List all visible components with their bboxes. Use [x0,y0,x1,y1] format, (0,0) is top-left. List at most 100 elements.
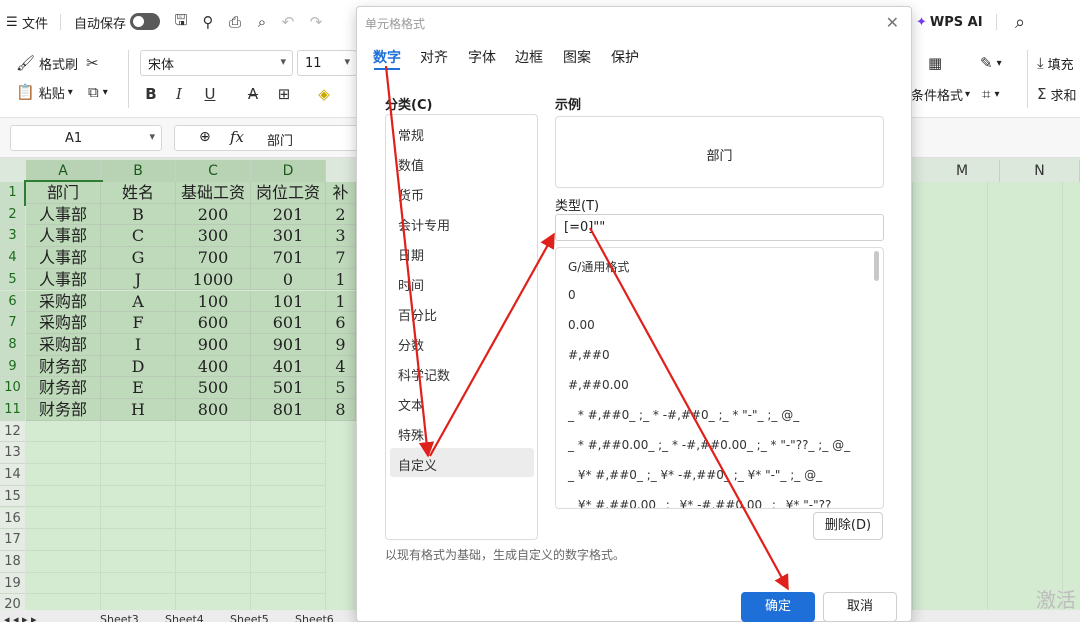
table-cell[interactable]: A [101,290,176,313]
empty-cell[interactable] [251,572,326,595]
italic-icon[interactable]: I [168,83,190,105]
row-header[interactable]: 5 [0,268,25,291]
table-cell[interactable]: 9 [326,333,356,356]
table-cell[interactable]: 401 [251,355,326,378]
row-header[interactable]: 6 [0,290,25,313]
empty-cell[interactable] [251,507,326,530]
category-item[interactable]: 会计专用 [398,215,450,234]
tab-pattern[interactable]: 图案 [563,47,591,67]
tab-number[interactable]: 数字 [373,47,401,67]
empty-cell[interactable] [26,420,101,443]
row-header[interactable]: 18 [0,550,25,573]
table-cell[interactable]: 201 [251,203,326,226]
conditional-format-button[interactable]: 条件格式 ▾ [911,83,970,105]
empty-cell[interactable] [251,464,326,486]
row-header[interactable]: 15 [0,485,25,508]
format-item[interactable]: G/通用格式 [568,258,629,275]
table-cell[interactable]: 采购部 [26,333,101,356]
format-item[interactable]: #,##0 [568,348,610,362]
tab-protection[interactable]: 保护 [611,47,639,67]
format-painter-button[interactable]: 🖌 格式刷 [16,52,78,74]
header-cell[interactable]: 基础工资 [176,182,251,204]
paste-button[interactable]: 📋 粘贴 ▾ [16,81,73,103]
row-header[interactable]: 7 [0,312,25,334]
header-cell[interactable]: 部门 [24,180,103,206]
file-menu[interactable]: 文件 [22,12,48,32]
category-item[interactable]: 分数 [398,335,424,354]
fill-button[interactable]: ⤓ 填充 [1037,52,1074,74]
scrollbar-thumb[interactable] [874,251,879,281]
format-item[interactable]: _ * #,##0.00_ ;_ * -#,##0.00_ ;_ * "-"??… [568,438,850,452]
tab-border[interactable]: 边框 [515,47,543,67]
underline-icon[interactable]: U [199,83,221,105]
table-cell[interactable]: B [101,203,176,226]
column-header[interactable]: D [251,160,326,182]
category-item[interactable]: 货币 [398,185,424,204]
category-item[interactable]: 特殊 [398,425,424,444]
table-cell[interactable]: 600 [176,312,251,334]
table-cell[interactable]: 采购部 [26,312,101,334]
category-item[interactable]: 日期 [398,245,424,264]
category-item[interactable]: 文本 [398,395,424,414]
empty-cell[interactable] [176,442,251,465]
table-cell[interactable]: 601 [251,312,326,334]
table-style-button[interactable]: ▦ [928,52,946,74]
row-header[interactable]: 13 [0,442,25,465]
row-header[interactable]: 17 [0,529,25,551]
table-cell[interactable]: 1 [326,268,356,291]
tab-nav-arrows[interactable]: ◂ ◂ ▸ ▸ [4,613,37,622]
empty-cell[interactable] [101,485,176,508]
column-header[interactable]: C [176,160,251,182]
table-cell[interactable]: 8 [326,399,356,421]
format-item[interactable]: #,##0.00 [568,378,629,392]
empty-cell[interactable] [26,550,101,573]
type-input[interactable]: [=0]"" [555,214,884,241]
table-cell[interactable]: 2 [326,203,356,226]
category-item[interactable]: 常规 [398,125,424,144]
table-cell[interactable]: 财务部 [26,377,101,399]
category-item[interactable]: 科学记数 [398,365,450,384]
empty-cell[interactable] [26,529,101,551]
tab-font[interactable]: 字体 [468,47,496,67]
save-icon[interactable]: 🖫 [171,11,191,32]
fill-color-icon[interactable]: ◈ [313,83,335,105]
table-cell[interactable]: 4 [326,355,356,378]
table-cell[interactable]: 1000 [176,268,251,291]
table-cell[interactable]: 300 [176,225,251,248]
row-header[interactable]: 8 [0,333,25,356]
tab-alignment[interactable]: 对齐 [420,47,448,67]
row-header[interactable]: 16 [0,507,25,530]
redo-icon[interactable]: ↷ [306,12,326,32]
cell-border-button[interactable]: ⌗ ▾ [982,83,999,105]
empty-cell[interactable] [176,550,251,573]
row-header[interactable]: 2 [0,203,25,226]
header-cell[interactable]: 补 [326,182,356,204]
border-icon[interactable]: ⊞ [273,83,295,105]
empty-cell[interactable] [176,529,251,551]
search-icon[interactable]: ⌕ [1010,12,1030,33]
font-size-select[interactable]: 11 ▾ [297,50,357,76]
table-cell[interactable]: 901 [251,333,326,356]
empty-cell[interactable] [101,420,176,443]
table-cell[interactable]: G [101,247,176,269]
autosave-toggle[interactable] [130,13,160,30]
empty-cell[interactable] [101,550,176,573]
row-header[interactable]: 1 [0,182,25,204]
copy-button[interactable]: ⧉ ▾ [88,81,108,103]
table-cell[interactable]: 1 [326,290,356,313]
table-cell[interactable]: 800 [176,399,251,421]
format-item[interactable]: 0 [568,288,576,302]
table-cell[interactable]: 采购部 [26,290,101,313]
row-header[interactable]: 10 [0,377,25,399]
bold-icon[interactable]: B [140,83,162,105]
table-cell[interactable]: 3 [326,225,356,248]
table-cell[interactable]: J [101,268,176,291]
empty-cell[interactable] [101,529,176,551]
empty-cell[interactable] [26,464,101,486]
table-cell[interactable]: E [101,377,176,399]
empty-cell[interactable] [251,529,326,551]
table-cell[interactable]: D [101,355,176,378]
empty-cell[interactable] [176,464,251,486]
format-item[interactable]: 0.00 [568,318,595,332]
column-header[interactable]: N [1000,160,1080,182]
